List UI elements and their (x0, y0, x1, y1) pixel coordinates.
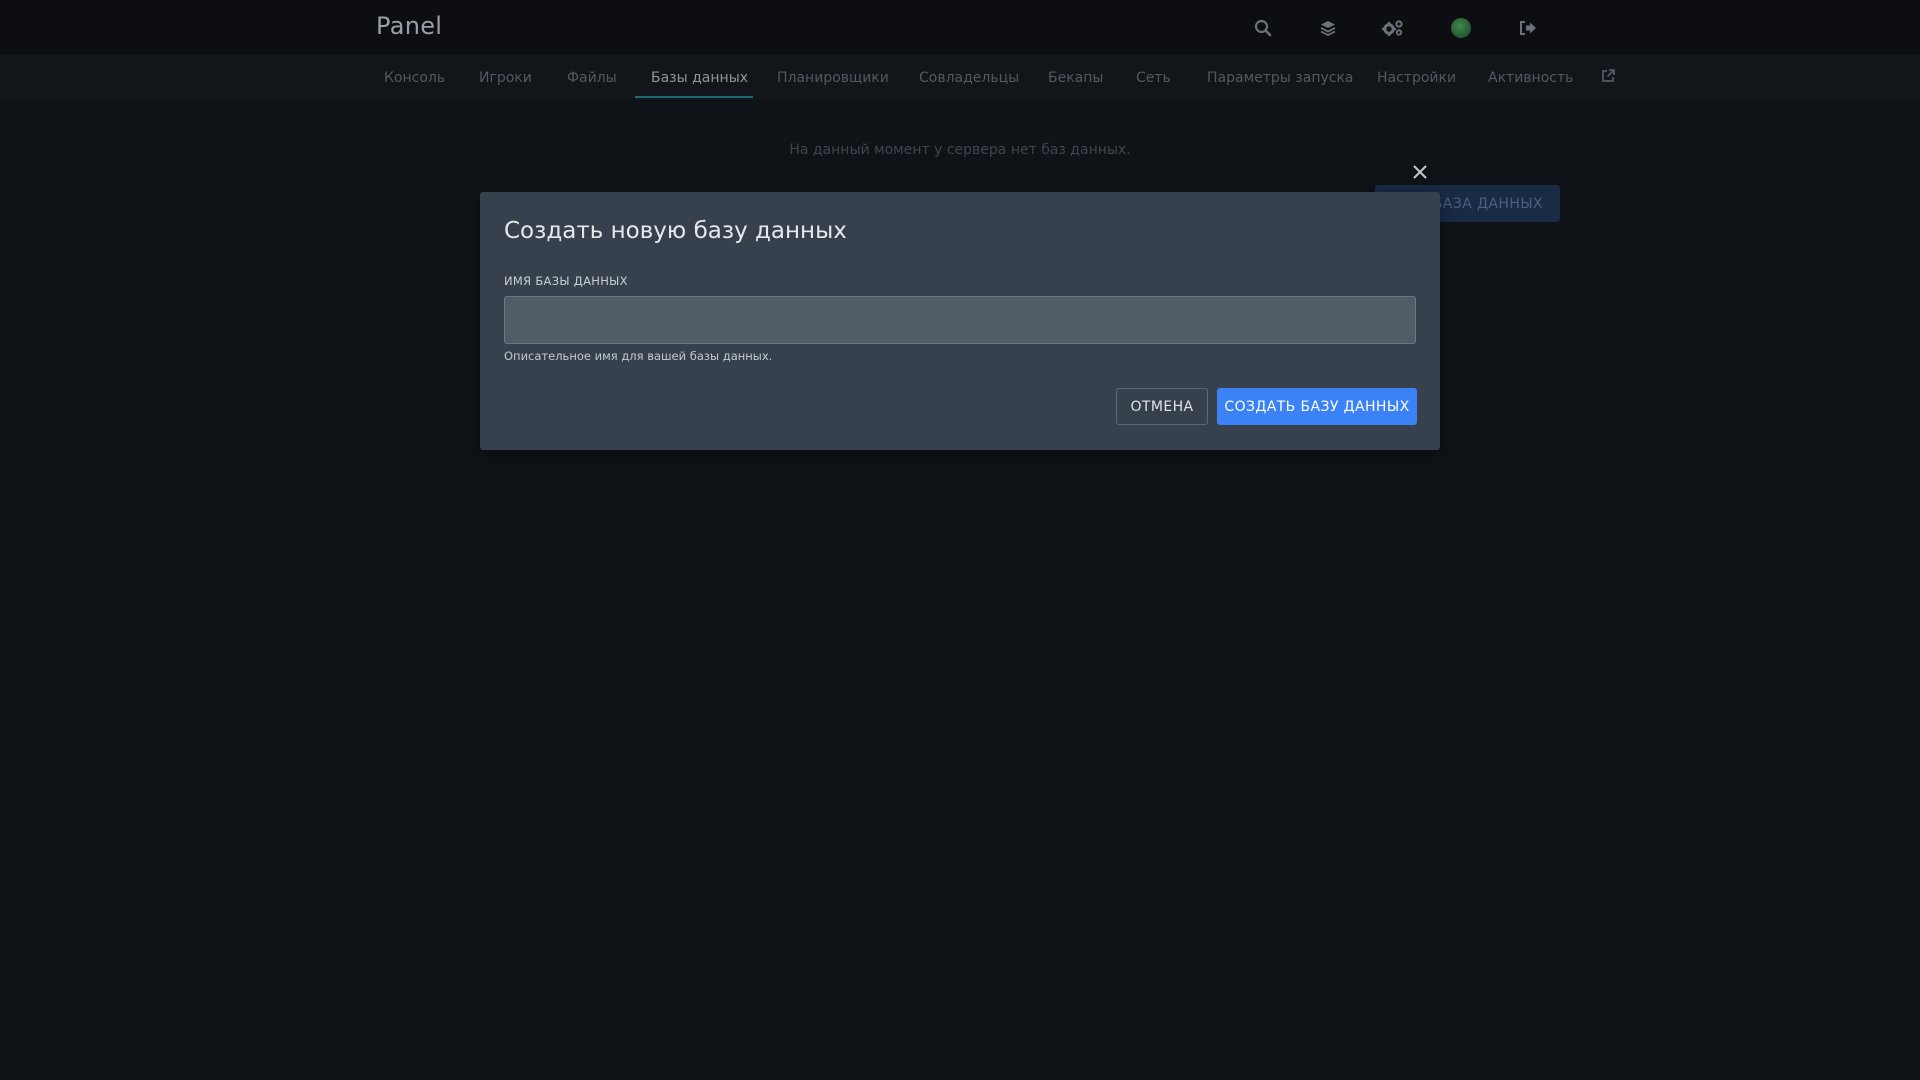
layers-icon[interactable] (1316, 16, 1340, 40)
external-link-icon[interactable] (1600, 68, 1618, 86)
avatar[interactable] (1451, 18, 1471, 38)
brand-logo[interactable]: Panel (376, 12, 442, 40)
active-tab-indicator (635, 96, 753, 98)
modal-title: Создать новую базу данных (504, 218, 847, 244)
top-bar: Panel (0, 0, 1920, 55)
tab-backups[interactable]: Бекапы (1048, 70, 1103, 86)
page: Panel Консоль Игроки Файлы Базы данных П… (0, 0, 1920, 1080)
database-name-input[interactable] (504, 296, 1416, 344)
tab-network[interactable]: Сеть (1136, 70, 1171, 86)
tab-schedules[interactable]: Планировщики (777, 70, 889, 86)
tab-console[interactable]: Консоль (384, 70, 445, 86)
database-name-help: Описательное имя для вашей базы данных. (504, 349, 773, 363)
tab-activity[interactable]: Активность (1488, 70, 1573, 86)
tab-startup[interactable]: Параметры запуска (1207, 70, 1354, 86)
cogs-icon[interactable] (1381, 16, 1405, 40)
tab-settings[interactable]: Настройки (1377, 70, 1456, 86)
tab-files[interactable]: Файлы (567, 70, 617, 86)
tab-subusers[interactable]: Совладельцы (919, 70, 1019, 86)
empty-databases-message: На данный момент у сервера нет баз данны… (789, 142, 1131, 158)
cancel-button[interactable]: ОТМЕНА (1116, 388, 1208, 425)
create-database-button[interactable]: СОЗДАТЬ БАЗУ ДАННЫХ (1217, 388, 1417, 425)
sign-out-icon[interactable] (1516, 16, 1540, 40)
close-icon[interactable] (1408, 160, 1432, 184)
tab-databases[interactable]: Базы данных (651, 70, 748, 86)
database-name-label: ИМЯ БАЗЫ ДАННЫХ (504, 274, 628, 288)
search-icon[interactable] (1251, 16, 1275, 40)
create-database-modal: Создать новую базу данных ИМЯ БАЗЫ ДАННЫ… (480, 192, 1440, 450)
tab-players[interactable]: Игроки (479, 70, 532, 86)
